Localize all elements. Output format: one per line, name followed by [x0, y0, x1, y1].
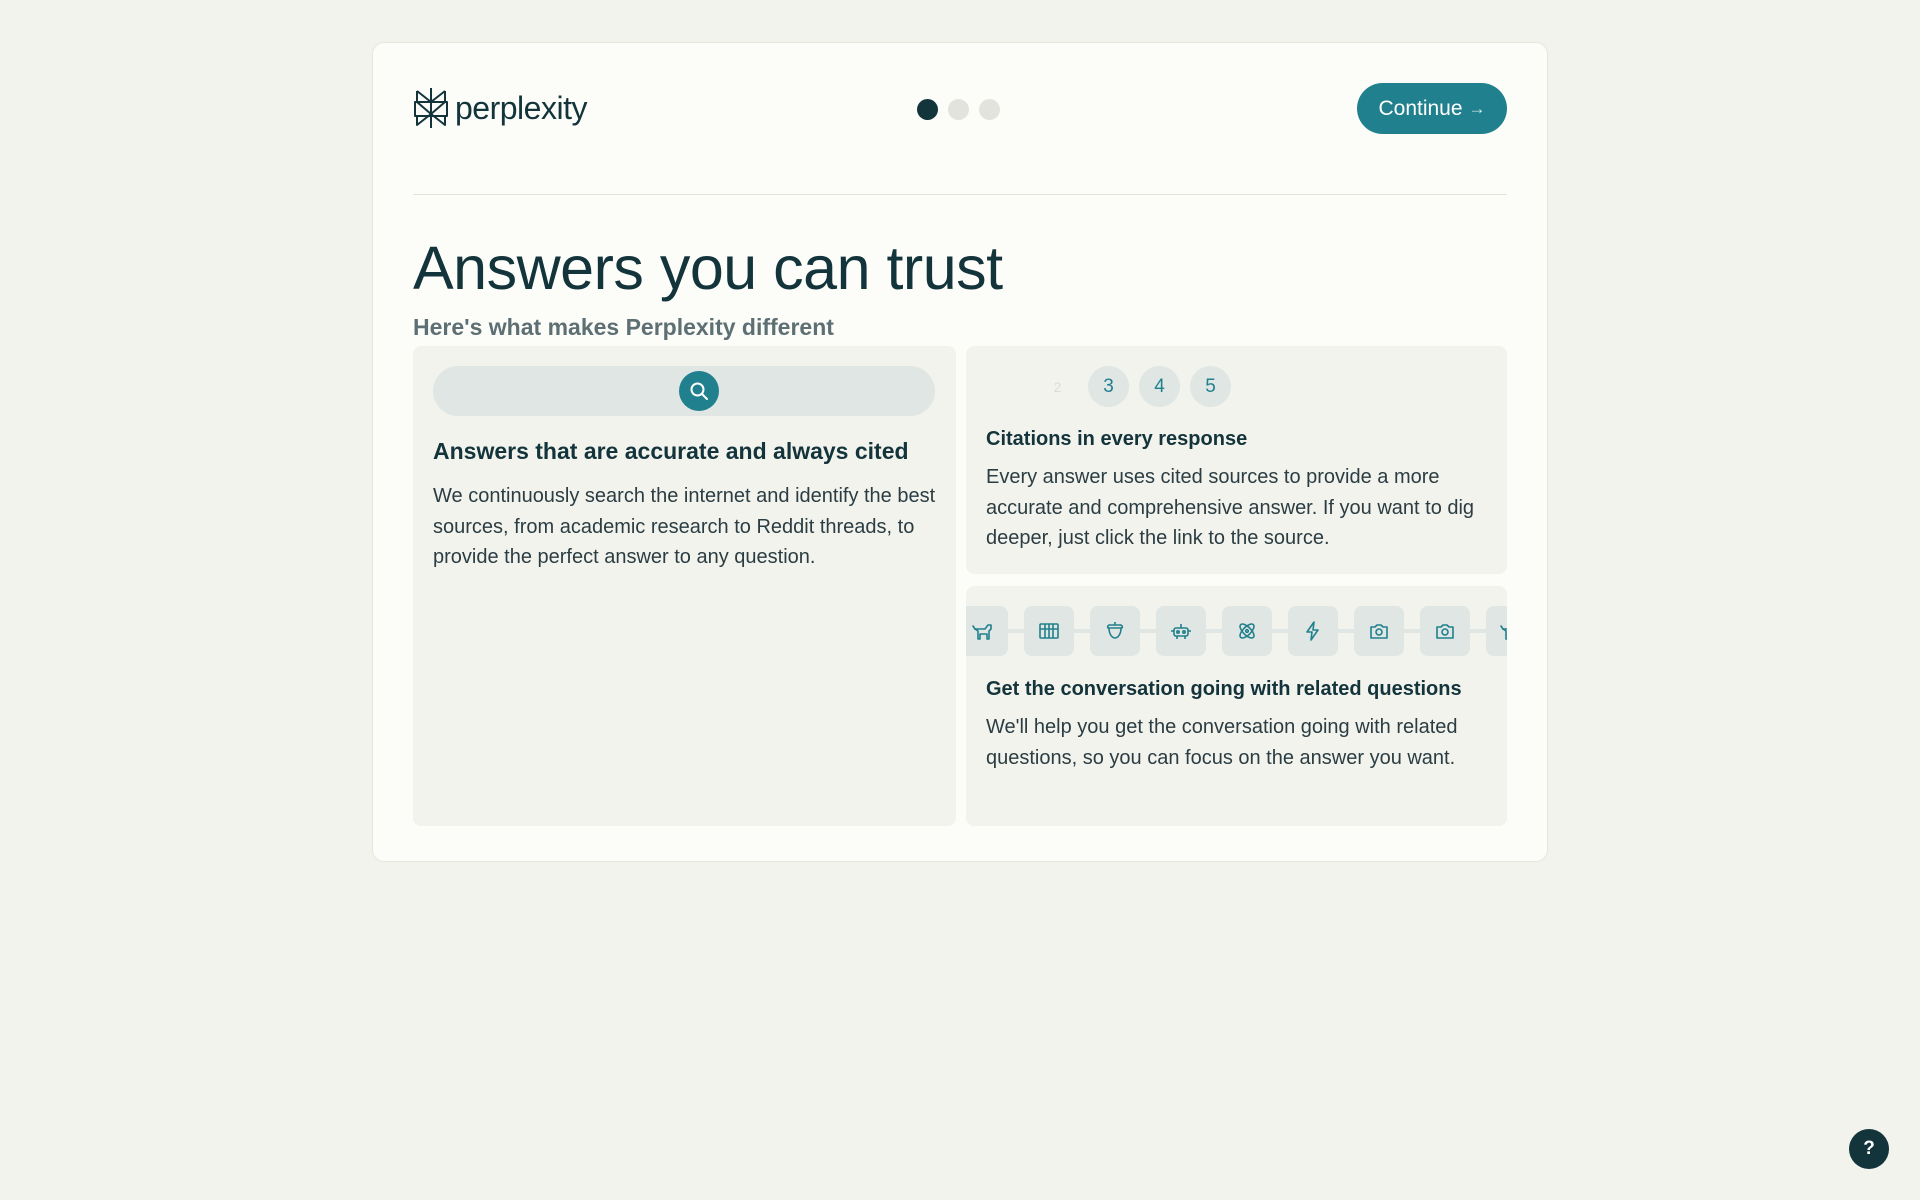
perplexity-logo: perplexity	[413, 83, 587, 133]
continue-label: Continue	[1378, 96, 1463, 120]
feature-citations-title: Citations in every response	[986, 428, 1248, 450]
feature-related-panel: Get the conversation going with related …	[966, 586, 1507, 826]
onboarding-header: perplexity Continue →	[413, 83, 1507, 195]
citation-badge	[986, 366, 1027, 407]
help-button[interactable]: ?	[1849, 1129, 1889, 1169]
continue-button[interactable]: Continue →	[1357, 83, 1507, 134]
step-dot-2	[948, 99, 969, 120]
search-illustration	[433, 366, 935, 416]
feature-accurate-panel: Answers that are accurate and always cit…	[413, 346, 956, 826]
feature-accurate-body: We continuously search the internet and …	[433, 485, 936, 568]
feature-related-body: We'll help you get the conversation goin…	[986, 716, 1458, 769]
robot-icon	[1156, 606, 1206, 656]
lightning-icon	[1288, 606, 1338, 656]
citation-badge: 5	[1190, 366, 1231, 407]
citation-badge: 2	[1053, 378, 1062, 395]
feature-citations-body: Every answer uses cited sources to provi…	[986, 466, 1475, 549]
camera-icon	[1354, 606, 1404, 656]
step-dot-3	[979, 99, 1000, 120]
page-title: Answers you can trust	[413, 234, 1003, 302]
search-icon	[679, 371, 719, 411]
logo-wordmark: perplexity	[455, 89, 587, 126]
page-subtitle: Here's what makes Perplexity different	[413, 314, 834, 340]
acorn-icon	[1090, 606, 1140, 656]
arrow-right-icon: →	[1468, 98, 1486, 118]
feature-accurate-title: Answers that are accurate and always cit…	[433, 438, 909, 464]
step-dot-1	[917, 99, 938, 120]
atom-icon	[1222, 606, 1272, 656]
citation-numbers: 2 3 4 5	[986, 366, 1231, 407]
step-indicator	[917, 99, 1000, 120]
related-icons-row	[966, 606, 1507, 656]
grid-table-icon	[1024, 606, 1074, 656]
onboarding-card: perplexity Continue → Answers you can tr…	[372, 42, 1548, 862]
feature-related-title: Get the conversation going with related …	[986, 678, 1462, 700]
dog-icon	[1486, 606, 1507, 656]
citation-badge: 3	[1088, 366, 1129, 407]
citation-badge: 4	[1139, 366, 1180, 407]
camera-icon	[1420, 606, 1470, 656]
feature-citations-panel: 2 3 4 5 Citations in every response Ever…	[966, 346, 1507, 574]
perplexity-logo-icon	[414, 88, 448, 128]
dog-icon	[966, 606, 1008, 656]
